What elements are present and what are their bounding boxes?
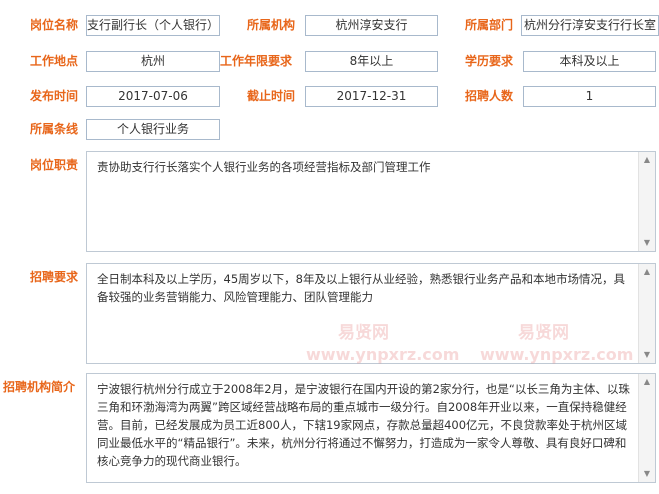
scroll-down-icon[interactable]: ▼ <box>639 347 655 363</box>
duties-label: 岗位职责 <box>30 158 79 172</box>
headcount-field[interactable]: 1 <box>523 86 656 107</box>
deadline-label: 截止时间 <box>247 89 296 103</box>
education-label: 学历要求 <box>465 54 514 68</box>
org-field[interactable]: 杭州淳安支行 <box>305 15 438 36</box>
org-intro-text: 宁波银行杭州分行成立于2008年2月，是宁波银行在国内开设的第2家分行，也是“以… <box>97 382 630 468</box>
scroll-up-icon[interactable]: ▲ <box>639 264 655 280</box>
position-name-label: 岗位名称 <box>30 18 79 32</box>
duties-textarea[interactable]: 责协助支行行长落实个人银行业务的各项经营指标及部门管理工作 ▲ ▼ <box>86 151 656 252</box>
publish-date-label: 发布时间 <box>30 89 79 103</box>
requirements-text: 全日制本科及以上学历，45周岁以下，8年及以上银行从业经验，熟悉银行业务产品和本… <box>97 272 625 304</box>
business-line-field[interactable]: 个人银行业务 <box>86 119 220 140</box>
duties-scrollbar[interactable]: ▲ ▼ <box>638 152 655 251</box>
org-intro-label: 招聘机构简介 <box>3 380 76 394</box>
scroll-down-icon[interactable]: ▼ <box>639 235 655 251</box>
requirements-scrollbar[interactable]: ▲ ▼ <box>638 264 655 363</box>
dept-label: 所属部门 <box>465 18 514 32</box>
deadline-field[interactable]: 2017-12-31 <box>305 86 438 107</box>
duties-text: 责协助支行行长落实个人银行业务的各项经营指标及部门管理工作 <box>97 160 431 174</box>
years-field[interactable]: 8年以上 <box>305 51 438 72</box>
location-label: 工作地点 <box>30 54 79 68</box>
dept-field[interactable]: 杭州分行淳安支行行长室 <box>521 15 659 36</box>
business-line-label: 所属条线 <box>30 122 79 136</box>
requirements-textarea[interactable]: 全日制本科及以上学历，45周岁以下，8年及以上银行从业经验，熟悉银行业务产品和本… <box>86 263 656 364</box>
scroll-up-icon[interactable]: ▲ <box>639 374 655 390</box>
location-field[interactable]: 杭州 <box>86 51 220 72</box>
education-field[interactable]: 本科及以上 <box>523 51 656 72</box>
publish-date-field[interactable]: 2017-07-06 <box>86 86 220 107</box>
scroll-up-icon[interactable]: ▲ <box>639 152 655 168</box>
position-name-field[interactable]: 支行副行长（个人银行） <box>86 15 220 36</box>
years-label: 工作年限要求 <box>220 54 293 68</box>
requirements-label: 招聘要求 <box>30 270 79 284</box>
headcount-label: 招聘人数 <box>465 89 514 103</box>
scroll-down-icon[interactable]: ▼ <box>639 466 655 482</box>
org-intro-scrollbar[interactable]: ▲ ▼ <box>638 374 655 482</box>
org-label: 所属机构 <box>247 18 296 32</box>
org-intro-textarea[interactable]: 宁波银行杭州分行成立于2008年2月，是宁波银行在国内开设的第2家分行，也是“以… <box>86 373 656 483</box>
